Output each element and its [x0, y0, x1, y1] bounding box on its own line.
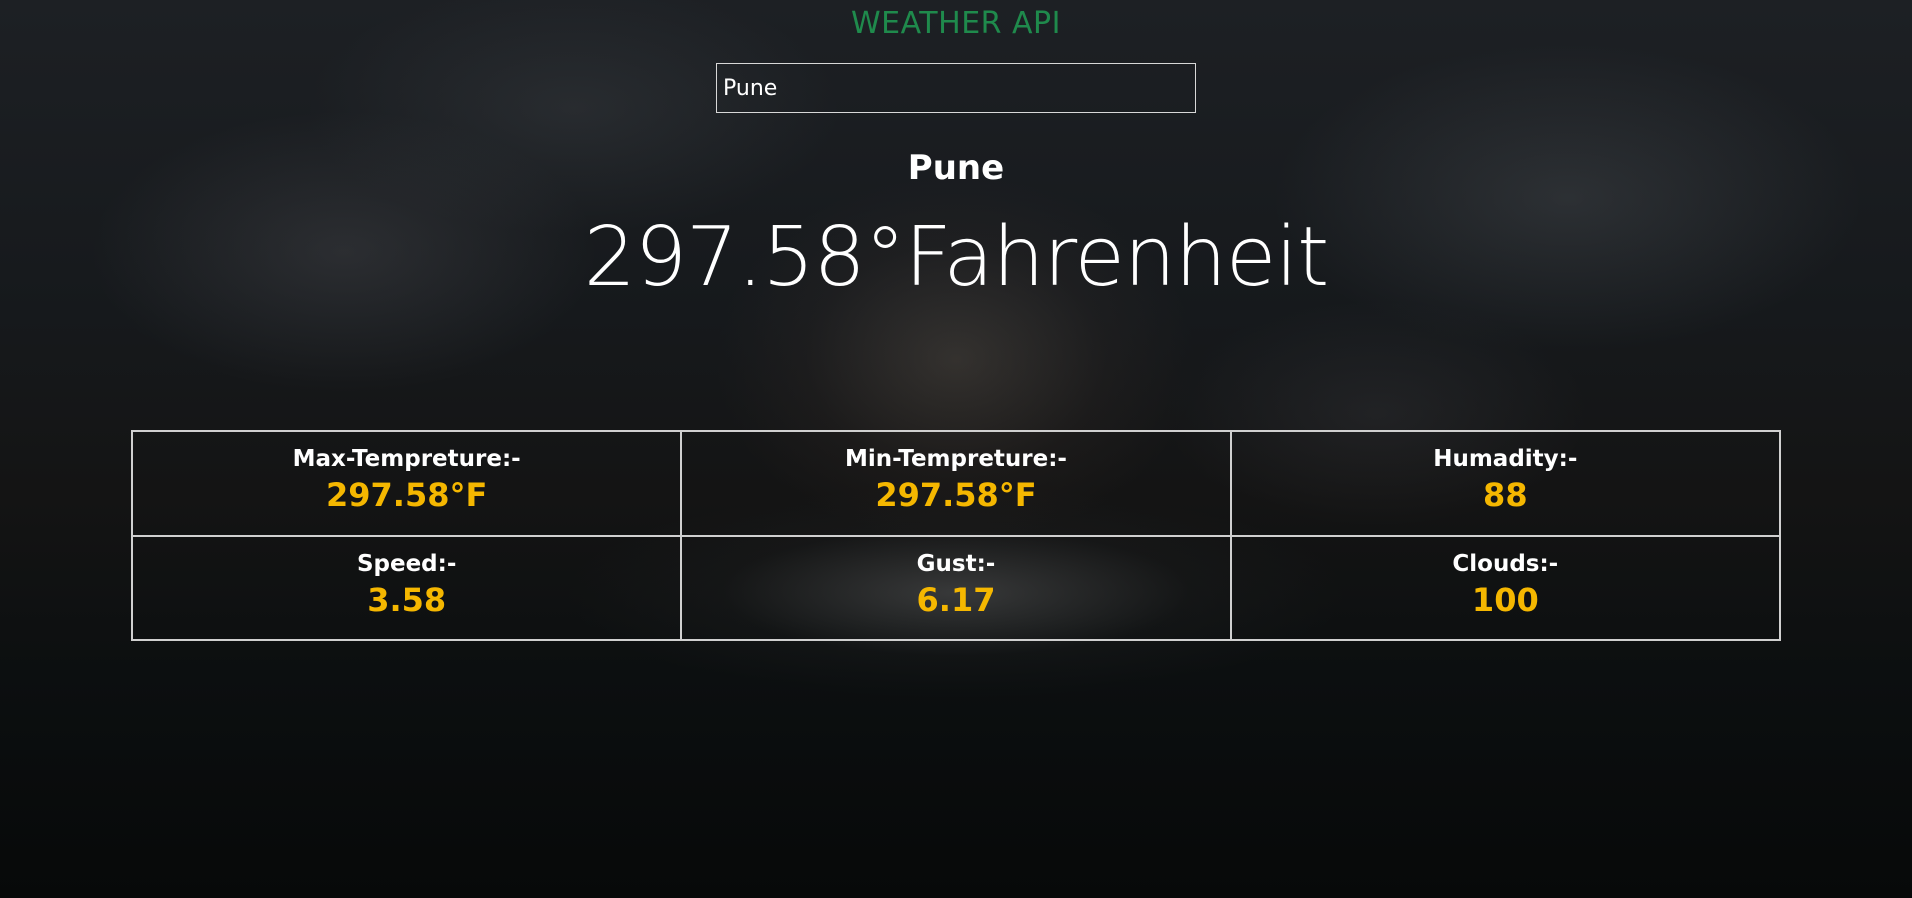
stat-label: Speed:-	[356, 550, 457, 577]
current-temperature: 297.58°Fahrenheit	[583, 210, 1329, 305]
stat-label: Clouds:-	[1452, 550, 1559, 577]
stat-clouds: Clouds:- 100	[1230, 535, 1780, 640]
stat-value: 6.17	[916, 580, 996, 619]
stat-max-temperature: Max-Tempreture:- 297.58°F	[132, 431, 682, 536]
stat-label: Min-Tempreture:-	[845, 446, 1067, 472]
stat-min-temperature: Min-Tempreture:- 297.58°F	[681, 431, 1231, 536]
city-name: Pune	[907, 148, 1005, 188]
stat-value: 297.58°F	[325, 476, 488, 514]
app-title: WEATHER API	[851, 6, 1061, 41]
stat-value: 100	[1471, 580, 1539, 619]
stat-label: Gust:-	[916, 550, 996, 577]
stat-speed: Speed:- 3.58	[132, 535, 682, 640]
stat-value: 297.58°F	[875, 476, 1037, 514]
weather-stats-table: Max-Tempreture:- 297.58°F Min-Tempreture…	[131, 430, 1781, 641]
stat-value: 3.58	[367, 580, 447, 619]
city-search-input[interactable]	[716, 63, 1196, 113]
stat-gust: Gust:- 6.17	[681, 535, 1231, 640]
stat-label: Humadity:-	[1433, 446, 1578, 472]
stat-label: Max-Tempreture:-	[292, 446, 521, 472]
stat-humidity: Humadity:- 88	[1230, 431, 1780, 536]
stat-value: 88	[1483, 476, 1528, 514]
